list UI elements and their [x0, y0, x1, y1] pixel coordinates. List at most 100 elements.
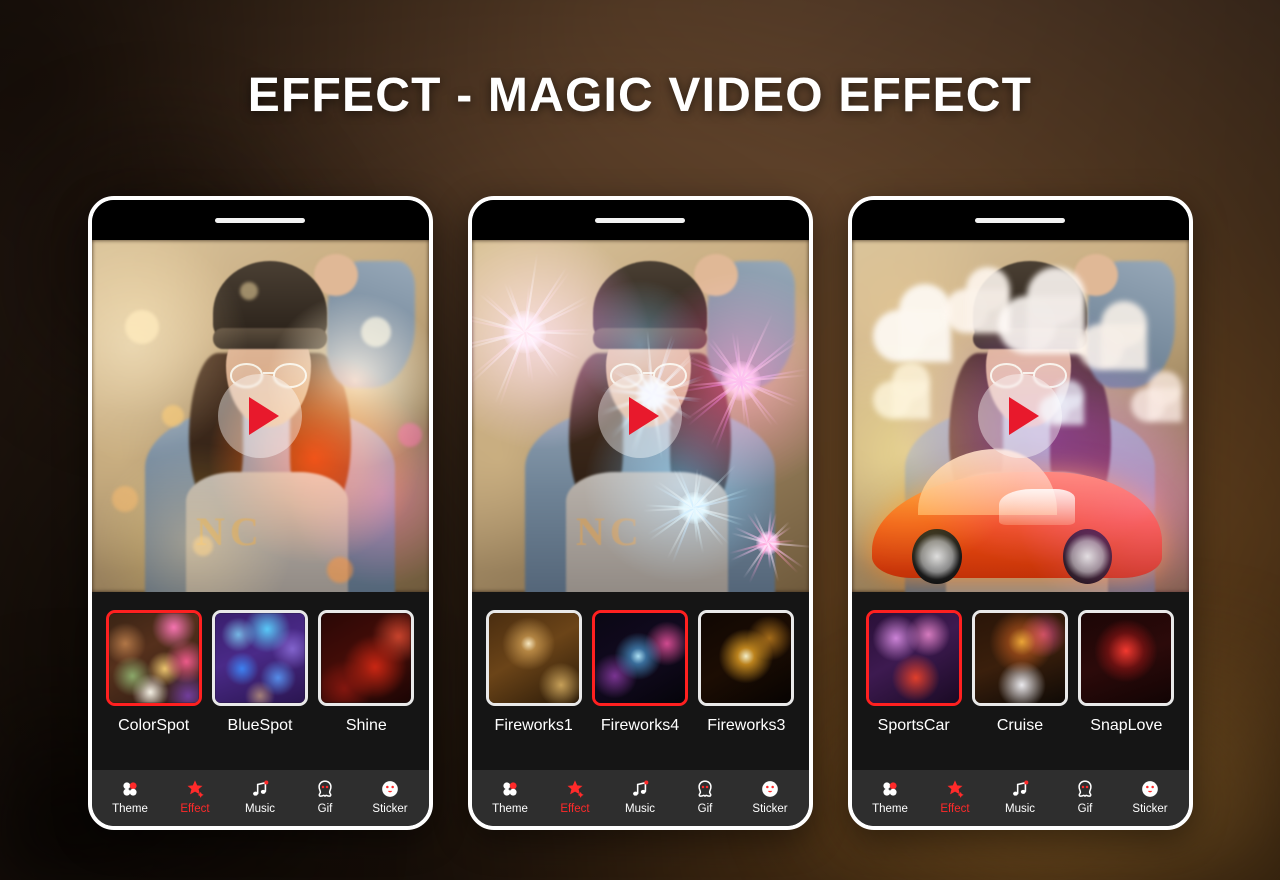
- nav-item-label: Theme: [492, 803, 528, 815]
- play-icon: [249, 397, 279, 435]
- gif-ghost-icon: [315, 779, 335, 799]
- video-preview[interactable]: NC: [471, 240, 809, 592]
- theme-flower-icon: [120, 779, 140, 799]
- effect-thumbnail-art: [108, 613, 199, 703]
- bottom-navigation-bar[interactable]: Theme Effect Music Gif Sticker: [91, 770, 429, 826]
- effect-thumbnail[interactable]: [318, 610, 415, 706]
- phone-top-bezel: [91, 200, 429, 240]
- gif-ghost-icon: [695, 779, 715, 799]
- nav-item-label: Effect: [940, 803, 970, 815]
- nav-item-label: Music: [624, 803, 656, 815]
- effect-picker-strip[interactable]: Fireworks1 Fireworks4 Fireworks3: [471, 592, 809, 770]
- effect-option-colorspot[interactable]: ColorSpot: [105, 610, 202, 735]
- effect-sparkle-icon: [185, 779, 205, 799]
- effect-thumbnail-art: [321, 613, 412, 703]
- nav-item-label: Sticker: [752, 803, 788, 815]
- effect-thumbnail-art: [974, 613, 1065, 703]
- effect-thumbnail[interactable]: [105, 610, 202, 706]
- effect-thumbnail[interactable]: [865, 610, 962, 706]
- bokeh-spot: [192, 535, 213, 556]
- bokeh-spot: [327, 556, 354, 583]
- effect-thumbnail-art: [594, 613, 685, 703]
- nav-item-label: Gif: [1077, 803, 1093, 815]
- earpiece-speaker: [595, 217, 685, 223]
- nav-item-label: Sticker: [1132, 803, 1168, 815]
- effect-picker-strip[interactable]: SportsCar Cruise SnapLove: [851, 592, 1189, 770]
- nav-item-label: Music: [1004, 803, 1036, 815]
- video-preview[interactable]: NC: [851, 240, 1189, 592]
- effect-option-fireworks1[interactable]: Fireworks1: [485, 610, 582, 735]
- bottom-navigation-bar[interactable]: Theme Effect Music Gif Sticker: [851, 770, 1189, 826]
- bokeh-spot: [111, 486, 138, 513]
- nav-item-gif[interactable]: Gif: [1055, 779, 1115, 815]
- page-title: EFFECT - MAGIC VIDEO EFFECT: [247, 69, 1033, 122]
- effect-option-fireworks4[interactable]: Fireworks4: [591, 610, 688, 735]
- bottom-navigation-bar[interactable]: Theme Effect Music Gif Sticker: [471, 770, 809, 826]
- nav-item-sticker[interactable]: Sticker: [1120, 779, 1180, 815]
- sticker-face-icon: [760, 779, 780, 799]
- nav-item-theme[interactable]: Theme: [100, 779, 160, 815]
- nav-item-effect[interactable]: Effect: [545, 779, 605, 815]
- nav-item-theme[interactable]: Theme: [860, 779, 920, 815]
- phone-fireworks: NC Fireworks1 Fireworks4: [467, 196, 813, 830]
- earpiece-speaker: [215, 217, 305, 223]
- effect-thumbnail[interactable]: [971, 610, 1068, 706]
- earpiece-speaker: [975, 217, 1065, 223]
- sticker-face-icon: [1140, 779, 1160, 799]
- play-button[interactable]: [978, 374, 1062, 458]
- effect-thumbnail-art: [868, 613, 959, 703]
- effect-thumbnail[interactable]: [211, 610, 308, 706]
- effect-option-shine[interactable]: Shine: [318, 610, 415, 735]
- effect-label: Shine: [345, 717, 387, 734]
- bokeh-spot: [398, 423, 423, 448]
- video-preview[interactable]: NC: [91, 240, 429, 592]
- effect-sparkle-icon: [945, 779, 965, 799]
- music-note-icon: [630, 779, 650, 799]
- nav-item-label: Gif: [317, 803, 333, 815]
- effect-label: Cruise: [996, 717, 1044, 734]
- nav-item-label: Theme: [872, 803, 908, 815]
- music-note-icon: [1010, 779, 1030, 799]
- effect-thumbnail-art: [214, 613, 305, 703]
- effect-thumbnail[interactable]: [485, 610, 582, 706]
- effect-label: SportsCar: [877, 717, 950, 734]
- nav-item-effect[interactable]: Effect: [165, 779, 225, 815]
- nav-item-music[interactable]: Music: [990, 779, 1050, 815]
- phone-mockup-row: NC ColorSpot BlueSpot: [0, 196, 1280, 830]
- effect-thumbnail-art: [701, 613, 792, 703]
- play-button[interactable]: [598, 374, 682, 458]
- nav-item-sticker[interactable]: Sticker: [360, 779, 420, 815]
- play-button[interactable]: [218, 374, 302, 458]
- effect-thumbnail[interactable]: [698, 610, 795, 706]
- effect-label: SnapLove: [1090, 717, 1163, 734]
- nav-item-theme[interactable]: Theme: [480, 779, 540, 815]
- effect-thumbnail[interactable]: [1078, 610, 1175, 706]
- effect-picker-strip[interactable]: ColorSpot BlueSpot Shine: [91, 592, 429, 770]
- effect-thumbnail[interactable]: [591, 610, 688, 706]
- nav-item-gif[interactable]: Gif: [295, 779, 355, 815]
- nav-item-gif[interactable]: Gif: [675, 779, 735, 815]
- nav-item-music[interactable]: Music: [610, 779, 670, 815]
- effect-option-snaplove[interactable]: SnapLove: [1078, 610, 1175, 735]
- phone-top-bezel: [851, 200, 1189, 240]
- effect-option-bluespot[interactable]: BlueSpot: [211, 610, 308, 735]
- nav-item-music[interactable]: Music: [230, 779, 290, 815]
- effect-label: BlueSpot: [227, 717, 293, 734]
- nav-item-label: Effect: [180, 803, 210, 815]
- effect-label: Fireworks3: [707, 717, 786, 734]
- sticker-face-icon: [380, 779, 400, 799]
- phone-sportscar: NC: [847, 196, 1193, 830]
- effect-option-sportscar[interactable]: SportsCar: [865, 610, 962, 735]
- nav-item-sticker[interactable]: Sticker: [740, 779, 800, 815]
- effect-option-fireworks3[interactable]: Fireworks3: [698, 610, 795, 735]
- play-icon: [1009, 397, 1039, 435]
- gif-ghost-icon: [1075, 779, 1095, 799]
- effect-sparkle-icon: [565, 779, 585, 799]
- phone-colorspot: NC ColorSpot BlueSpot: [87, 196, 433, 830]
- effect-option-cruise[interactable]: Cruise: [971, 610, 1068, 735]
- phone-top-bezel: [471, 200, 809, 240]
- nav-item-label: Gif: [697, 803, 713, 815]
- nav-item-label: Effect: [560, 803, 590, 815]
- nav-item-effect[interactable]: Effect: [925, 779, 985, 815]
- nav-item-label: Theme: [112, 803, 148, 815]
